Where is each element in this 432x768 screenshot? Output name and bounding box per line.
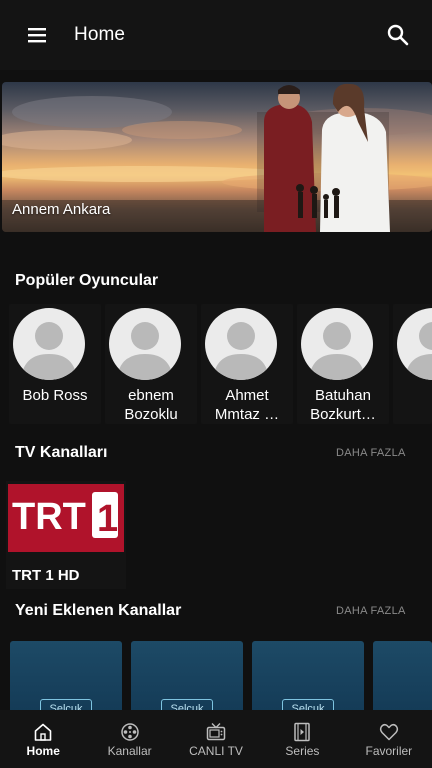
channel-card[interactable]: TRT 1 TRT 1 HD [6, 481, 126, 589]
tv-channels-more-link[interactable]: DAHA FAZLA [336, 447, 406, 459]
nav-label: CANLI TV [189, 744, 243, 758]
nav-item-home[interactable]: Home [0, 710, 86, 768]
channel-logo-number: 1 [97, 498, 118, 540]
nav-label: Kanallar [107, 744, 152, 758]
tv-icon [206, 723, 226, 741]
actor-card[interactable]: Ahmet Mmtaz … [201, 304, 293, 424]
channel-tag: Selçuk [40, 699, 92, 710]
tv-channels-title: TV Kanalları [15, 444, 108, 461]
hero-title: Annem Ankara [12, 201, 111, 218]
trt1-logo: TRT 1 [8, 484, 124, 552]
avatar-placeholder-icon [109, 308, 181, 380]
actor-name: Ahmet Mmtaz … [214, 387, 280, 423]
actor-card[interactable]: Bob Ross [9, 304, 101, 424]
menu-button[interactable] [0, 0, 74, 70]
new-channel-card[interactable]: Selçuk [252, 641, 364, 710]
new-channel-card[interactable] [373, 641, 432, 710]
heart-icon [379, 723, 398, 741]
film-strip-icon [294, 722, 311, 742]
avatar-placeholder-icon [301, 308, 373, 380]
actor-name: Bob Ross [22, 387, 88, 404]
nav-label: Series [285, 744, 320, 758]
nav-item-kanallar[interactable]: Kanallar [86, 710, 172, 768]
actor-card[interactable] [393, 304, 432, 424]
hamburger-icon [28, 28, 46, 43]
actor-name: Batuhan Bozkurt… [310, 387, 376, 423]
channel-tag: Selçuk [161, 699, 213, 710]
actor-card[interactable]: ebnem Bozoklu [105, 304, 197, 424]
nav-item-canli-tv[interactable]: CANLI TV [173, 710, 259, 768]
channel-logo-text: TRT [12, 496, 86, 538]
nav-label: Home [26, 744, 60, 758]
app-bar: Home [0, 0, 432, 70]
new-channel-card[interactable]: Selçuk [131, 641, 243, 710]
home-content[interactable]: Annem Ankara Popüler Oyuncular Bob Ross … [0, 70, 432, 710]
page-title: Home [74, 24, 126, 45]
new-channels-title: Yeni Eklenen Kanallar [15, 602, 182, 619]
actor-card[interactable]: Batuhan Bozkurt… [297, 304, 389, 424]
film-reel-icon [120, 723, 139, 741]
search-icon[interactable] [386, 23, 410, 47]
channel-tag: Selçuk [282, 699, 334, 710]
actor-name: ebnem Bozoklu [124, 387, 178, 423]
avatar-placeholder-icon [397, 308, 432, 380]
new-channel-card[interactable]: Selçuk [10, 641, 122, 710]
channel-name: TRT 1 HD [12, 567, 80, 584]
nav-label: Favoriler [365, 744, 413, 758]
popular-actors-title: Popüler Oyuncular [15, 272, 159, 289]
new-channels-more-link[interactable]: DAHA FAZLA [336, 605, 406, 617]
home-icon [34, 723, 52, 741]
bottom-nav: Home Kanallar CANLI TV Series Favoriler [0, 710, 432, 768]
hero-banner[interactable]: Annem Ankara [2, 82, 432, 232]
nav-item-favoriler[interactable]: Favoriler [346, 710, 432, 768]
avatar-placeholder-icon [205, 308, 277, 380]
nav-item-series[interactable]: Series [259, 710, 345, 768]
avatar-placeholder-icon [13, 308, 85, 380]
